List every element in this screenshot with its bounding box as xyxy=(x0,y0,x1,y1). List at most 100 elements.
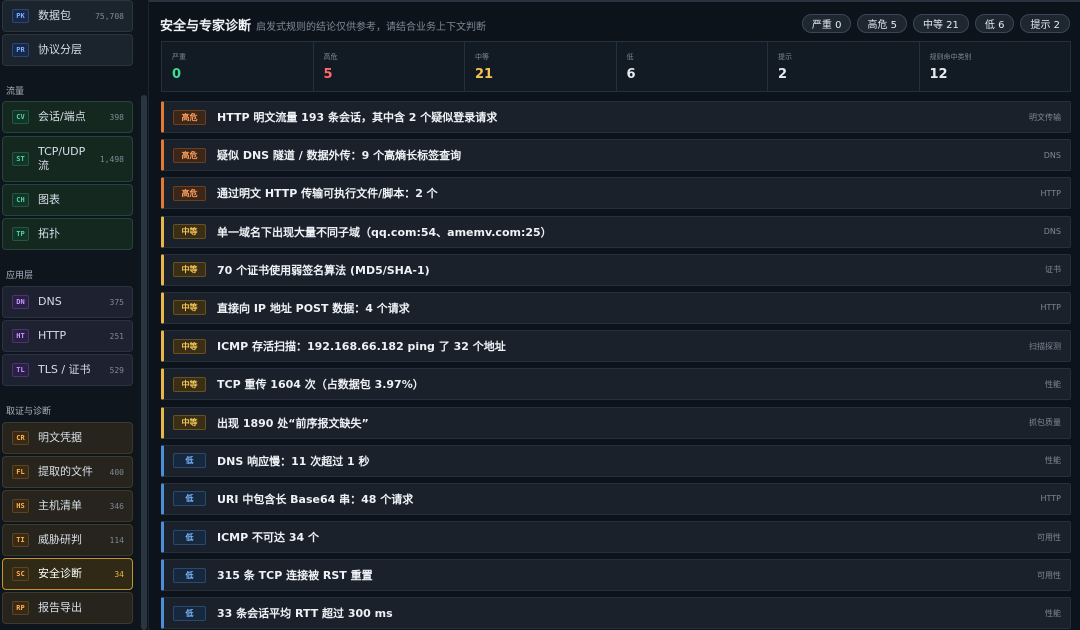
sidebar-item-charts[interactable]: CH 图表 xyxy=(2,184,133,216)
stat-rule-categories: 规则命中类别 12 xyxy=(920,42,1071,91)
finding-text: 315 条 TCP 连接被 RST 重置 xyxy=(217,569,373,583)
finding-category: 可用性 xyxy=(1037,570,1061,580)
sidebar-item-label: 图表 xyxy=(38,193,60,206)
files-icon: FL xyxy=(12,465,29,479)
finding-row[interactable]: 中等 TCP 重传 1604 次（占数据包 3.97%） 性能 xyxy=(161,368,1071,401)
finding-row[interactable]: 低 315 条 TCP 连接被 RST 重置 可用性 xyxy=(161,559,1071,592)
severity-badge: 高危 xyxy=(173,185,206,201)
severity-badge: 中等 xyxy=(173,224,206,240)
severity-badge: 中等 xyxy=(173,300,206,316)
sidebar-item-topology[interactable]: TP 拓扑 xyxy=(2,218,133,250)
sidebar-item-credentials[interactable]: CR 明文凭据 xyxy=(2,422,133,454)
stat-critical: 严重 0 xyxy=(162,42,314,91)
sidebar-item-label: 安全诊断 xyxy=(38,567,82,580)
finding-text: 出现 1890 处“前序报文缺失” xyxy=(217,416,369,430)
finding-text: ICMP 不可达 34 个 xyxy=(217,531,319,545)
stat-value: 6 xyxy=(626,67,636,82)
finding-text: 疑似 DNS 隧道 / 数据外传：9 个高熵长标签查询 xyxy=(217,149,462,163)
sidebar-item-report-export[interactable]: RP 报告导出 xyxy=(2,592,133,624)
stat-value: 5 xyxy=(323,67,333,82)
section-label-app: 应用层 xyxy=(6,271,34,281)
finding-text: 直接向 IP 地址 POST 数据：4 个请求 xyxy=(217,301,410,315)
sidebar-item-label: 主机清单 xyxy=(38,499,82,512)
stat-value: 21 xyxy=(475,67,494,82)
finding-text: URI 中包含长 Base64 串：48 个请求 xyxy=(217,492,414,506)
sidebar-item-security-diagnosis[interactable]: SC 安全诊断 34 xyxy=(2,558,133,590)
finding-category: DNS xyxy=(1043,227,1061,237)
finding-row[interactable]: 低 URI 中包含长 Base64 串：48 个请求 HTTP xyxy=(161,482,1071,515)
finding-row[interactable]: 高危 HTTP 明文流量 193 条会话，其中含 2 个疑似登录请求 明文传输 xyxy=(161,101,1071,133)
stat-value: 12 xyxy=(929,67,948,82)
sidebar-item-dns[interactable]: DN DNS 375 xyxy=(2,286,133,318)
credentials-icon: CR xyxy=(12,431,29,445)
finding-row[interactable]: 中等 出现 1890 处“前序报文缺失” 抓包质量 xyxy=(161,406,1071,439)
sidebar-item-threat-intel[interactable]: TI 威胁研判 114 xyxy=(2,524,133,556)
sidebar-item-count: 34 xyxy=(114,569,124,579)
sidebar-item-files[interactable]: FL 提取的文件 400 xyxy=(2,456,133,488)
security-icon: SC xyxy=(12,567,29,581)
sidebar-item-conversations[interactable]: CV 会话/端点 398 xyxy=(2,101,133,133)
sidebar-item-label: 数据包 xyxy=(38,9,71,22)
finding-category: 证书 xyxy=(1045,265,1061,275)
sidebar: PK 数据包 75,708 PR 协议分层 流量 CV 会话/端点 398 ST… xyxy=(0,0,149,630)
finding-text: 70 个证书使用弱签名算法 (MD5/SHA-1) xyxy=(217,263,430,277)
sidebar-item-label: DNS xyxy=(38,295,62,308)
finding-text: 单一域名下出现大量不同子域（qq.com:54、amemv.com:25） xyxy=(217,225,552,239)
finding-row[interactable]: 低 DNS 响应慢：11 次超过 1 秒 性能 xyxy=(161,444,1071,477)
stat-label: 提示 xyxy=(778,53,792,61)
page-title: 安全与专家诊断 xyxy=(160,19,252,34)
stat-label: 严重 xyxy=(172,53,186,61)
finding-row[interactable]: 高危 疑似 DNS 隧道 / 数据外传：9 个高熵长标签查询 DNS xyxy=(161,139,1071,172)
stat-medium: 中等 21 xyxy=(465,42,617,91)
finding-category: HTTP xyxy=(1040,494,1061,504)
stat-label: 规则命中类别 xyxy=(929,53,972,61)
finding-category: DNS xyxy=(1043,150,1061,160)
finding-category: HTTP xyxy=(1040,303,1061,313)
finding-row[interactable]: 中等 70 个证书使用弱签名算法 (MD5/SHA-1) 证书 xyxy=(161,253,1071,286)
finding-row[interactable]: 低 33 条会话平均 RTT 超过 300 ms 性能 xyxy=(161,597,1071,630)
sidebar-item-protocol-hierarchy[interactable]: PR 协议分层 xyxy=(2,34,133,66)
top-divider xyxy=(149,0,1080,2)
finding-text: ICMP 存活扫描：192.168.66.182 ping 了 32 个地址 xyxy=(217,340,506,354)
sidebar-item-label: 协议分层 xyxy=(38,43,82,56)
sidebar-item-count: 346 xyxy=(109,501,124,511)
sidebar-item-packets[interactable]: PK 数据包 75,708 xyxy=(2,0,133,32)
sidebar-item-label: 提取的文件 xyxy=(38,465,93,478)
severity-badge: 低 xyxy=(173,491,206,507)
severity-badge: 高危 xyxy=(173,109,206,125)
sidebar-item-http[interactable]: HT HTTP 251 xyxy=(2,320,133,352)
dns-icon: DN xyxy=(12,295,29,309)
severity-badge: 高危 xyxy=(173,147,206,163)
sidebar-item-label: 报告导出 xyxy=(38,601,82,614)
sidebar-item-hosts[interactable]: HS 主机清单 346 xyxy=(2,490,133,522)
pill-high[interactable]: 高危 5 xyxy=(857,14,907,33)
sidebar-item-label: 拓扑 xyxy=(38,227,60,240)
pill-low[interactable]: 低 6 xyxy=(974,14,1015,33)
pill-info[interactable]: 提示 2 xyxy=(1020,14,1070,33)
finding-text: 33 条会话平均 RTT 超过 300 ms xyxy=(217,607,393,621)
severity-badge: 中等 xyxy=(173,415,206,430)
stat-value: 2 xyxy=(778,67,788,82)
finding-row[interactable]: 中等 单一域名下出现大量不同子域（qq.com:54、amemv.com:25） D… xyxy=(161,215,1071,248)
sidebar-scrollbar[interactable] xyxy=(141,95,147,630)
sidebar-item-tls[interactable]: TL TLS / 证书 529 xyxy=(2,354,133,386)
finding-row[interactable]: 高危 通过明文 HTTP 传输可执行文件/脚本：2 个 HTTP xyxy=(161,177,1071,210)
pill-medium[interactable]: 中等 21 xyxy=(913,14,969,33)
topology-icon: TP xyxy=(12,227,29,241)
severity-badge: 中等 xyxy=(173,338,206,354)
finding-row[interactable]: 低 ICMP 不可达 34 个 可用性 xyxy=(161,521,1071,554)
severity-badge: 中等 xyxy=(173,376,206,392)
severity-badge: 低 xyxy=(173,453,206,469)
report-icon: RP xyxy=(12,601,29,615)
finding-row[interactable]: 中等 直接向 IP 地址 POST 数据：4 个请求 HTTP xyxy=(161,291,1071,324)
sidebar-item-label: 威胁研判 xyxy=(38,533,82,546)
pill-critical[interactable]: 严重 0 xyxy=(801,14,852,33)
sidebar-item-count: 1,498 xyxy=(99,154,124,164)
stat-value: 0 xyxy=(172,67,182,82)
finding-text: 通过明文 HTTP 传输可执行文件/脚本：2 个 xyxy=(217,187,438,201)
sidebar-item-count: 75,708 xyxy=(95,11,124,21)
finding-row[interactable]: 中等 ICMP 存活扫描：192.168.66.182 ping 了 32 个地址… xyxy=(161,330,1071,363)
sidebar-item-streams[interactable]: ST TCP/UDP 流 1,498 xyxy=(2,136,133,182)
stat-label: 高危 xyxy=(323,53,338,61)
sidebar-item-count: 400 xyxy=(109,467,124,477)
